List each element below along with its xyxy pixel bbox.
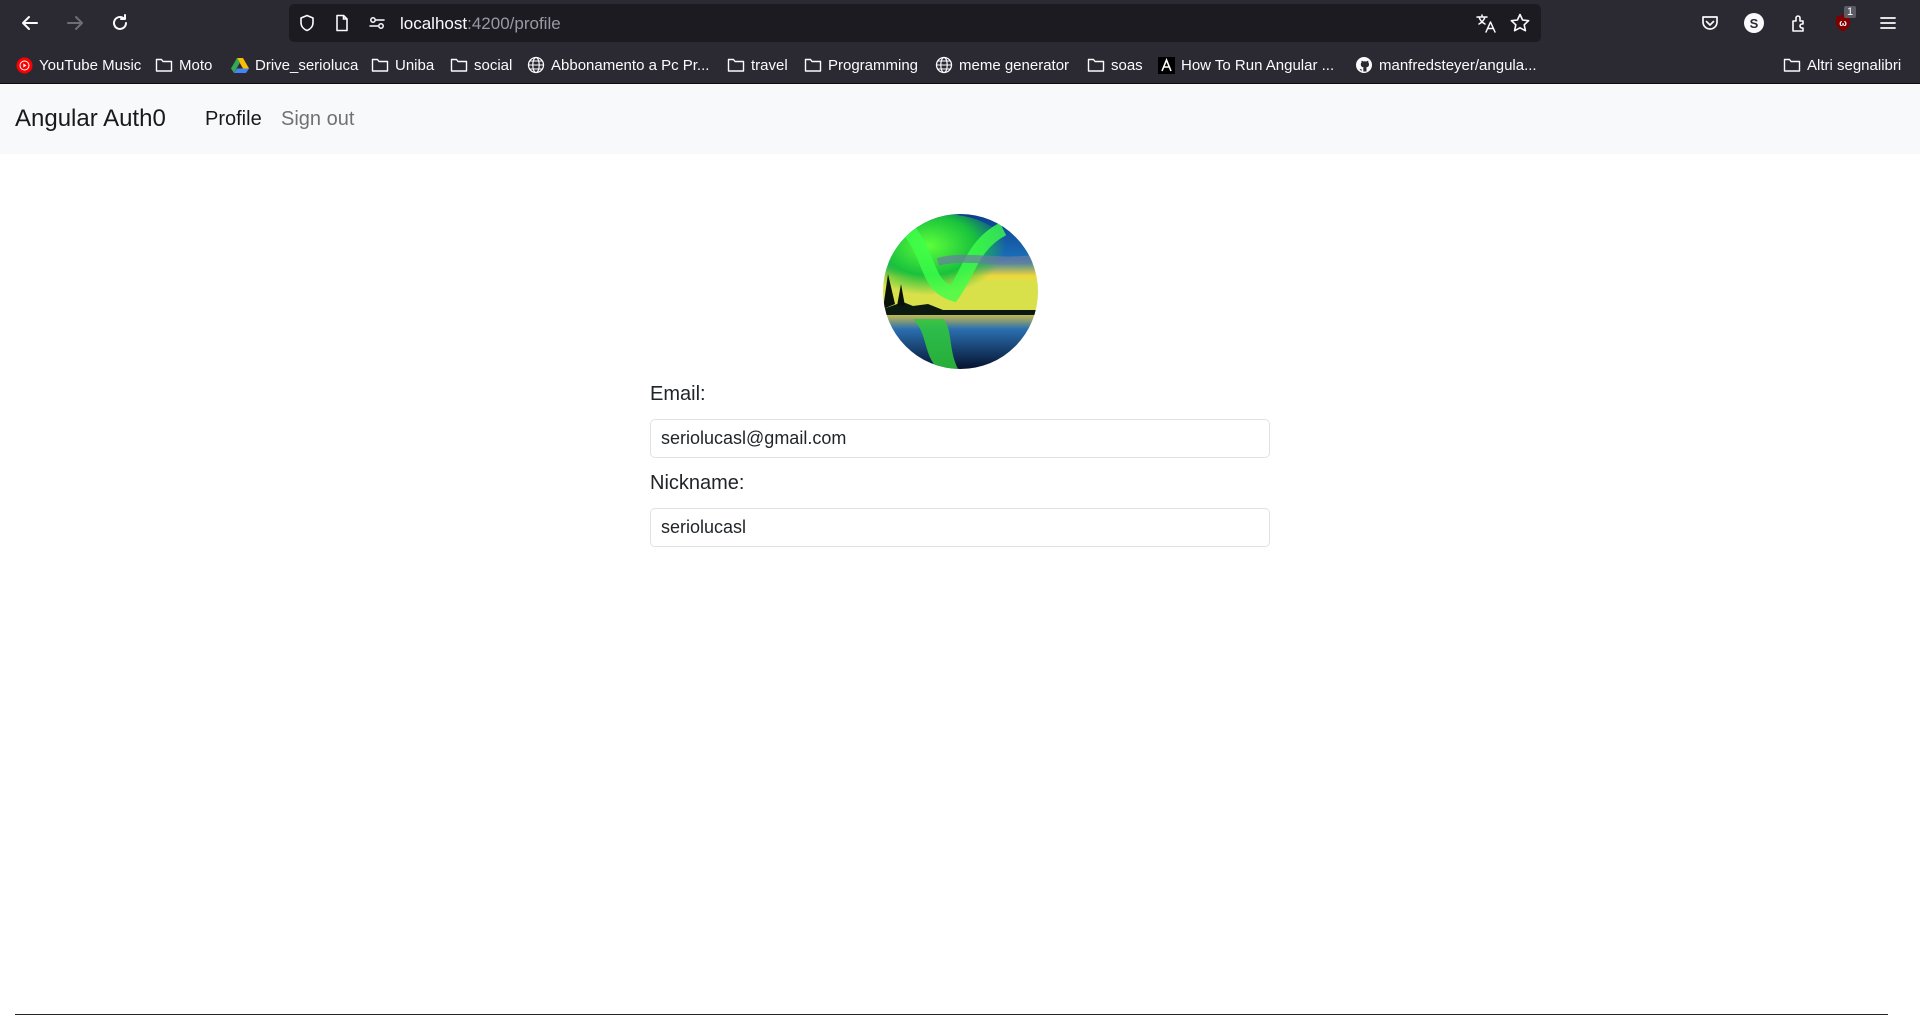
globe-icon xyxy=(527,56,545,74)
bookmark-label: soas xyxy=(1111,56,1143,74)
bookmark-label: Drive_serioluca xyxy=(255,56,359,74)
youtube-music-icon xyxy=(15,56,33,74)
bottom-divider xyxy=(15,1014,1888,1015)
url-bar[interactable]: localhost:4200/profile xyxy=(289,4,1541,42)
url-text[interactable]: localhost:4200/profile xyxy=(400,14,561,34)
bookmark-youtube-music[interactable]: YouTube Music xyxy=(15,55,141,75)
folder-icon xyxy=(1783,56,1801,74)
url-host: localhost xyxy=(400,14,468,33)
reload-icon xyxy=(113,14,127,30)
forward-button[interactable] xyxy=(60,8,90,38)
reload-button[interactable] xyxy=(105,8,135,38)
ublock-icon[interactable]: ω 1 xyxy=(1832,6,1857,34)
email-field[interactable] xyxy=(650,419,1270,458)
bookmark-label: Programming xyxy=(828,56,919,74)
bookmark-angular-howto[interactable]: How To Run Angular ... xyxy=(1157,55,1334,75)
folder-icon xyxy=(1087,56,1105,74)
back-button[interactable] xyxy=(15,8,45,38)
permissions-icon[interactable] xyxy=(368,14,386,32)
bookmark-other-folder[interactable]: Altri segnalibri xyxy=(1783,55,1901,75)
account-avatar-icon[interactable]: S xyxy=(1743,12,1765,34)
bookmark-label: meme generator xyxy=(959,56,1070,74)
bookmark-star-icon[interactable] xyxy=(1509,12,1531,34)
page-icon[interactable] xyxy=(333,14,351,32)
folder-icon xyxy=(371,56,389,74)
bookmark-meme-generator[interactable]: meme generator xyxy=(935,55,1069,75)
folder-icon xyxy=(804,56,822,74)
bookmark-drive[interactable]: Drive_serioluca xyxy=(231,55,358,75)
github-icon xyxy=(1355,56,1373,74)
bookmark-moto[interactable]: Moto xyxy=(155,55,212,75)
nav-profile-link[interactable]: Profile xyxy=(205,108,262,131)
folder-icon xyxy=(155,56,173,74)
bookmark-soas[interactable]: soas xyxy=(1087,55,1143,75)
bookmark-manfredsteyer[interactable]: manfredsteyer/angula... xyxy=(1355,55,1537,75)
nickname-field[interactable] xyxy=(650,508,1270,547)
bookmark-label: social xyxy=(474,56,513,74)
google-drive-icon xyxy=(231,56,249,74)
svg-text:ω: ω xyxy=(1839,18,1847,28)
browser-toolbar: localhost:4200/profile S ω 1 xyxy=(0,0,1920,46)
globe-icon xyxy=(935,56,953,74)
email-label: Email: xyxy=(650,383,706,405)
app-navbar: Angular Auth0 Profile Sign out xyxy=(0,84,1920,154)
app-brand[interactable]: Angular Auth0 xyxy=(15,105,166,133)
bookmark-programming[interactable]: Programming xyxy=(804,55,918,75)
bookmark-label: travel xyxy=(751,56,788,74)
ublock-badge: 1 xyxy=(1844,6,1857,18)
translate-icon[interactable] xyxy=(1475,12,1497,34)
extensions-icon[interactable] xyxy=(1788,12,1810,34)
bookmark-label: manfredsteyer/angula... xyxy=(1379,56,1537,74)
site-logo-icon xyxy=(1157,56,1175,74)
profile-avatar xyxy=(883,214,1038,369)
account-initial: S xyxy=(1744,13,1764,33)
menu-hamburger-icon[interactable] xyxy=(1877,12,1899,34)
bookmark-abbonamento[interactable]: Abbonamento a Pc Pr... xyxy=(527,55,709,75)
nav-signout-link[interactable]: Sign out xyxy=(281,108,354,131)
aurora-picture xyxy=(883,214,1038,369)
bookmark-uniba[interactable]: Uniba xyxy=(371,55,434,75)
bookmark-label: Uniba xyxy=(395,56,435,74)
shield-icon[interactable] xyxy=(298,14,316,32)
bookmarks-bar: YouTube Music Moto Drive_serioluca Uniba… xyxy=(0,46,1920,84)
folder-icon xyxy=(450,56,468,74)
url-path: :4200/profile xyxy=(467,14,561,33)
bookmark-label: YouTube Music xyxy=(39,56,142,74)
nickname-label: Nickname: xyxy=(650,472,745,494)
forward-arrow-icon xyxy=(67,16,83,30)
bookmark-travel[interactable]: travel xyxy=(727,55,788,75)
pocket-icon[interactable] xyxy=(1699,12,1721,34)
back-arrow-icon xyxy=(22,16,38,30)
bookmark-label: Moto xyxy=(179,56,213,74)
bookmark-label: How To Run Angular ... xyxy=(1181,56,1335,74)
bookmark-social[interactable]: social xyxy=(450,55,512,75)
bookmark-label: Abbonamento a Pc Pr... xyxy=(551,56,710,74)
folder-icon xyxy=(727,56,745,74)
bookmark-label: Altri segnalibri xyxy=(1807,56,1902,74)
